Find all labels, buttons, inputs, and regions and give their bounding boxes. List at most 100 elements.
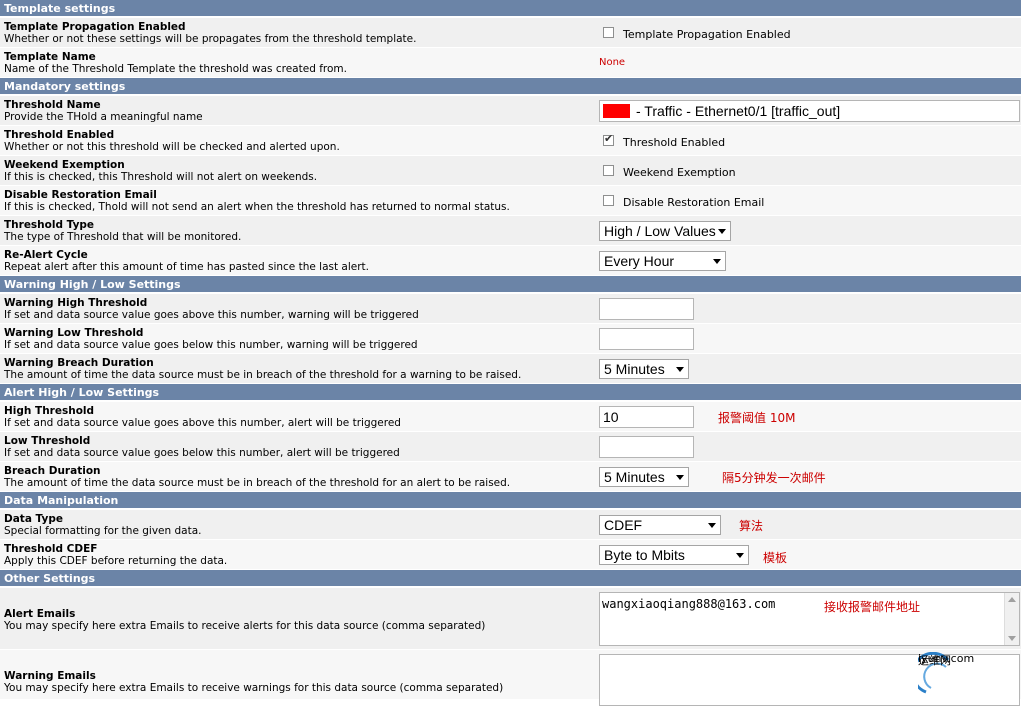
row-description: Apply this CDEF before returning the dat… <box>4 555 228 567</box>
threshold-name-input[interactable]: - Traffic - Ethernet0/1 [traffic_out] <box>599 100 1020 122</box>
section-warning-settings: Warning High / Low Settings <box>0 276 1021 293</box>
section-alert-settings: Alert High / Low Settings <box>0 384 1021 401</box>
threshold-enabled-checkbox[interactable]: ✔ <box>603 132 614 146</box>
row-threshold-enabled: Threshold Enabled Whether or not this th… <box>0 126 1021 156</box>
chevron-down-icon <box>718 229 726 234</box>
select-value: 5 Minutes <box>604 361 665 377</box>
row-low-threshold: Low Threshold If set and data source val… <box>0 432 1021 462</box>
scroll-up-icon[interactable] <box>1008 597 1016 602</box>
row-description: If this is checked, Thold will not send … <box>4 201 510 213</box>
row-title: Threshold Name <box>4 99 101 111</box>
row-description: The type of Threshold that will be monit… <box>4 231 242 243</box>
row-alert-emails: Alert Emails You may specify here extra … <box>0 588 1021 650</box>
threshold-type-select[interactable]: High / Low Values <box>599 221 731 241</box>
row-realert-cycle: Re-Alert Cycle Repeat alert after this a… <box>0 246 1021 276</box>
checkbox-label: Weekend Exemption <box>623 166 736 179</box>
row-description: If this is checked, this Threshold will … <box>4 171 318 183</box>
scroll-down-icon[interactable] <box>1008 636 1016 641</box>
row-title: Data Type <box>4 513 63 525</box>
row-description: Whether or not this threshold will be ch… <box>4 141 340 153</box>
row-title: High Threshold <box>4 405 95 417</box>
select-value: High / Low Values <box>604 223 716 239</box>
row-warning-breach: Warning Breach Duration The amount of ti… <box>0 354 1021 384</box>
realert-cycle-select[interactable]: Every Hour <box>599 251 726 271</box>
annotation-note: 报警阈值 10M <box>718 411 796 425</box>
row-threshold-type: Threshold Type The type of Threshold tha… <box>0 216 1021 246</box>
row-description: Provide the THold a meaningful name <box>4 111 203 123</box>
row-title: Re-Alert Cycle <box>4 249 88 261</box>
color-swatch <box>603 104 630 118</box>
data-type-select[interactable]: CDEF <box>599 515 721 535</box>
row-disable-restoration-email: Disable Restoration Email If this is che… <box>0 186 1021 216</box>
weekend-exemption-checkbox[interactable] <box>603 165 614 176</box>
row-title: Threshold Type <box>4 219 95 231</box>
warning-breach-select[interactable]: 5 Minutes <box>599 359 689 379</box>
row-title: Warning High Threshold <box>4 297 148 309</box>
select-value: Every Hour <box>604 253 675 269</box>
section-other-settings: Other Settings <box>0 570 1021 587</box>
row-title: Disable Restoration Email <box>4 189 157 201</box>
row-breach-duration: Breach Duration The amount of time the d… <box>0 462 1021 492</box>
row-title: Warning Low Threshold <box>4 327 144 339</box>
row-description: If set and data source value goes above … <box>4 309 419 321</box>
annotation-note: 接收报警邮件地址 <box>824 600 921 614</box>
checkbox-label: Template Propagation Enabled <box>623 28 791 41</box>
chevron-down-icon <box>676 367 684 372</box>
row-title: Weekend Exemption <box>4 159 125 171</box>
row-description: Repeat alert after this amount of time h… <box>4 261 370 273</box>
row-template-propagation: Template Propagation Enabled Whether or … <box>0 18 1021 48</box>
warning-high-input[interactable] <box>599 298 694 320</box>
chevron-down-icon <box>708 523 716 528</box>
row-description: You may specify here extra Emails to rec… <box>4 620 486 632</box>
row-description: You may specify here extra Emails to rec… <box>4 682 504 694</box>
low-threshold-input[interactable] <box>599 436 694 458</box>
threshold-cdef-select[interactable]: Byte to Mbits <box>599 545 749 565</box>
select-value: CDEF <box>604 517 643 533</box>
row-weekend-exemption: Weekend Exemption If this is checked, th… <box>0 156 1021 186</box>
template-propagation-checkbox[interactable] <box>603 27 614 38</box>
row-description: Name of the Threshold Template the thres… <box>4 63 347 75</box>
row-template-name: Template Name Name of the Threshold Temp… <box>0 48 1021 78</box>
checkbox-label: Disable Restoration Email <box>623 196 765 209</box>
disable-restoration-checkbox[interactable] <box>603 195 614 206</box>
row-description: If set and data source value goes below … <box>4 339 418 351</box>
row-title: Low Threshold <box>4 435 91 447</box>
row-threshold-name: Threshold Name Provide the THold a meani… <box>0 96 1021 126</box>
textarea-value: wangxiaoqiang888@163.com <box>602 597 776 611</box>
select-value: 5 Minutes <box>604 469 665 485</box>
row-threshold-cdef: Threshold CDEF Apply this CDEF before re… <box>0 540 1021 570</box>
row-title: Template Name <box>4 51 96 63</box>
annotation-note: 隔5分钟发一次邮件 <box>722 471 826 485</box>
row-description: Whether or not these settings will be pr… <box>4 33 417 45</box>
section-template-settings: Template settings <box>0 0 1021 17</box>
row-title: Warning Breach Duration <box>4 357 154 369</box>
row-warning-high: Warning High Threshold If set and data s… <box>0 294 1021 324</box>
breach-duration-select[interactable]: 5 Minutes <box>599 467 689 487</box>
row-title: Warning Emails <box>4 670 96 682</box>
row-title: Breach Duration <box>4 465 101 477</box>
select-value: Byte to Mbits <box>604 547 685 563</box>
row-data-type: Data Type Special formatting for the giv… <box>0 510 1021 540</box>
textarea-scrollbar[interactable] <box>1004 593 1019 645</box>
checkmark-icon: ✔ <box>604 132 614 145</box>
chevron-down-icon <box>736 553 744 558</box>
chevron-down-icon <box>713 259 721 264</box>
row-title: Threshold Enabled <box>4 129 115 141</box>
high-threshold-input[interactable]: 10 <box>599 406 694 428</box>
row-title: Template Propagation Enabled <box>4 21 186 33</box>
section-data-manipulation: Data Manipulation <box>0 492 1021 509</box>
annotation-note: 算法 <box>739 519 764 533</box>
row-description: The amount of time the data source must … <box>4 369 522 381</box>
annotation-note: 模板 <box>763 551 788 565</box>
row-description: The amount of time the data source must … <box>4 477 511 489</box>
row-description: If set and data source value goes below … <box>4 447 400 459</box>
checkbox-label: Threshold Enabled <box>623 136 726 149</box>
template-name-value: None <box>599 57 626 68</box>
row-warning-low: Warning Low Threshold If set and data so… <box>0 324 1021 354</box>
alert-emails-textarea[interactable]: wangxiaoqiang888@163.com <box>599 592 1020 646</box>
watermark-domain: iyunv.com <box>918 652 975 665</box>
section-mandatory-settings: Mandatory settings <box>0 78 1021 95</box>
row-title: Alert Emails <box>4 608 76 620</box>
warning-low-input[interactable] <box>599 328 694 350</box>
chevron-down-icon <box>676 475 684 480</box>
